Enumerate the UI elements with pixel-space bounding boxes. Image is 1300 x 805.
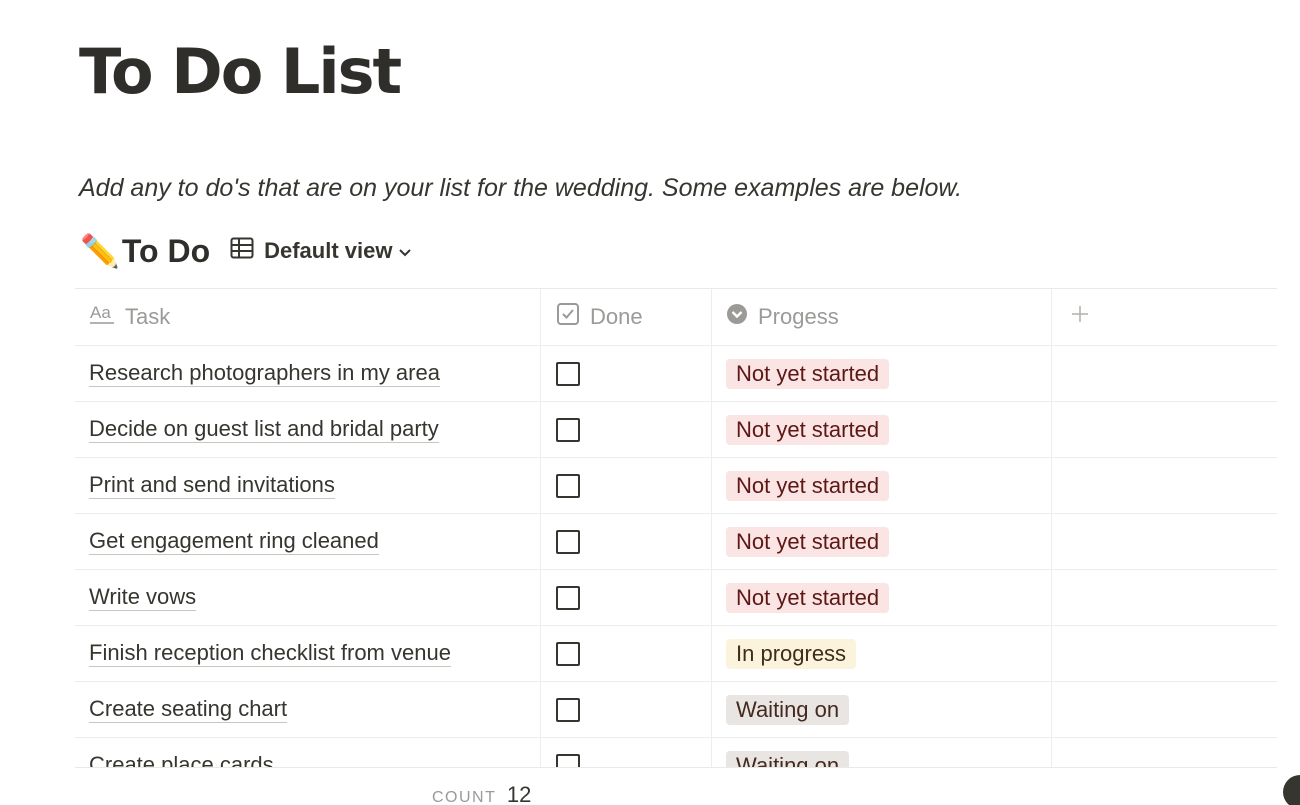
done-cell xyxy=(541,738,712,768)
table-body: Research photographers in my area Not yet… xyxy=(75,346,1277,768)
database-title[interactable]: To Do xyxy=(122,233,210,270)
checkbox-property-icon xyxy=(556,302,580,332)
task-cell[interactable]: Decide on guest list and bridal party xyxy=(75,402,541,457)
progress-cell[interactable]: Not yet started xyxy=(712,514,1052,569)
table-row[interactable]: Research photographers in my area Not yet… xyxy=(75,346,1277,402)
count-calculation[interactable]: COUNT 12 xyxy=(432,782,531,805)
column-label: Task xyxy=(125,304,171,329)
status-tag: Not yet started xyxy=(726,582,890,613)
task-title[interactable]: Research photographers in my area xyxy=(89,360,440,387)
progress-cell[interactable]: Not yet started xyxy=(712,570,1052,625)
task-title[interactable]: Get engagement ring cleaned xyxy=(89,528,379,555)
status-tag: Not yet started xyxy=(726,358,890,389)
todo-table: Aa Task Done Progess Research photograph… xyxy=(75,288,1277,768)
task-cell[interactable]: Write vows xyxy=(75,570,541,625)
svg-text:Aa: Aa xyxy=(90,303,111,322)
done-checkbox[interactable] xyxy=(556,585,580,610)
done-cell xyxy=(541,458,712,513)
table-row[interactable]: Get engagement ring cleaned Not yet start… xyxy=(75,514,1277,570)
done-checkbox[interactable] xyxy=(556,361,580,386)
text-property-icon: Aa xyxy=(89,303,115,331)
task-title[interactable]: Create place cards xyxy=(89,752,274,768)
done-cell xyxy=(541,626,712,681)
pencil-icon: ✏️ xyxy=(80,233,120,269)
status-tag: Not yet started xyxy=(726,414,890,445)
database-header: ✏️ To Do Default view xyxy=(80,228,412,274)
table-row[interactable]: Finish reception checklist from venue In … xyxy=(75,626,1277,682)
done-checkbox[interactable] xyxy=(556,529,580,554)
task-title[interactable]: Write vows xyxy=(89,584,197,611)
progress-cell[interactable]: In progress xyxy=(712,626,1052,681)
done-checkbox[interactable] xyxy=(556,473,580,498)
empty-cell xyxy=(1052,682,1277,737)
done-checkbox[interactable] xyxy=(556,641,580,666)
table-icon xyxy=(230,237,254,265)
done-cell xyxy=(541,514,712,569)
table-row[interactable]: Create seating chart Waiting on xyxy=(75,682,1277,738)
task-cell[interactable]: Create place cards xyxy=(75,738,541,768)
done-cell xyxy=(541,570,712,625)
task-cell[interactable]: Create seating chart xyxy=(75,682,541,737)
table-header-row: Aa Task Done Progess xyxy=(75,289,1277,346)
page-description: Add any to do's that are on your list fo… xyxy=(79,174,963,202)
progress-cell[interactable]: Not yet started xyxy=(712,346,1052,401)
done-checkbox[interactable] xyxy=(556,697,580,722)
status-tag: Waiting on xyxy=(726,694,850,725)
view-switcher-button[interactable]: Default view xyxy=(230,237,412,265)
table-row[interactable]: Write vows Not yet started xyxy=(75,570,1277,626)
done-cell xyxy=(541,402,712,457)
task-title[interactable]: Print and send invitations xyxy=(89,472,335,499)
page: To Do List Add any to do's that are on y… xyxy=(0,0,1300,805)
done-cell xyxy=(541,346,712,401)
status-tag: Not yet started xyxy=(726,526,890,557)
add-column-button[interactable] xyxy=(1052,289,1277,345)
status-tag: Not yet started xyxy=(726,470,890,501)
plus-icon xyxy=(1070,304,1090,330)
view-label: Default view xyxy=(264,238,393,263)
task-title[interactable]: Create seating chart xyxy=(89,696,288,723)
task-cell[interactable]: Print and send invitations xyxy=(75,458,541,513)
empty-cell xyxy=(1052,570,1277,625)
empty-cell xyxy=(1052,402,1277,457)
help-button[interactable] xyxy=(1283,775,1300,805)
table-row[interactable]: Print and send invitations Not yet starte… xyxy=(75,458,1277,514)
empty-cell xyxy=(1052,346,1277,401)
empty-cell xyxy=(1052,458,1277,513)
done-checkbox[interactable] xyxy=(556,417,580,442)
status-tag: Waiting on xyxy=(726,750,850,768)
empty-cell xyxy=(1052,514,1277,569)
empty-cell xyxy=(1052,738,1277,768)
column-header-progress[interactable]: Progess xyxy=(712,289,1052,345)
task-title[interactable]: Finish reception checklist from venue xyxy=(89,640,451,667)
table-footer: COUNT 12 xyxy=(75,767,1277,805)
empty-cell xyxy=(1052,626,1277,681)
column-header-done[interactable]: Done xyxy=(541,289,712,345)
chevron-down-icon xyxy=(398,238,412,264)
progress-cell[interactable]: Waiting on xyxy=(712,682,1052,737)
page-title: To Do List xyxy=(79,35,402,108)
status-tag: In progress xyxy=(726,638,857,669)
table-row[interactable]: Decide on guest list and bridal party Not… xyxy=(75,402,1277,458)
count-value: 12 xyxy=(506,782,532,805)
progress-cell[interactable]: Waiting on xyxy=(712,738,1052,768)
column-header-task[interactable]: Aa Task xyxy=(75,289,541,345)
task-cell[interactable]: Research photographers in my area xyxy=(75,346,541,401)
column-label: Progess xyxy=(758,304,839,329)
done-checkbox[interactable] xyxy=(556,753,580,768)
done-cell xyxy=(541,682,712,737)
count-label: COUNT xyxy=(432,789,497,805)
select-property-icon xyxy=(726,303,748,331)
progress-cell[interactable]: Not yet started xyxy=(712,458,1052,513)
column-label: Done xyxy=(590,304,643,329)
task-cell[interactable]: Finish reception checklist from venue xyxy=(75,626,541,681)
task-cell[interactable]: Get engagement ring cleaned xyxy=(75,514,541,569)
task-title[interactable]: Decide on guest list and bridal party xyxy=(89,416,439,443)
progress-cell[interactable]: Not yet started xyxy=(712,402,1052,457)
table-row[interactable]: Create place cards Waiting on xyxy=(75,738,1277,768)
